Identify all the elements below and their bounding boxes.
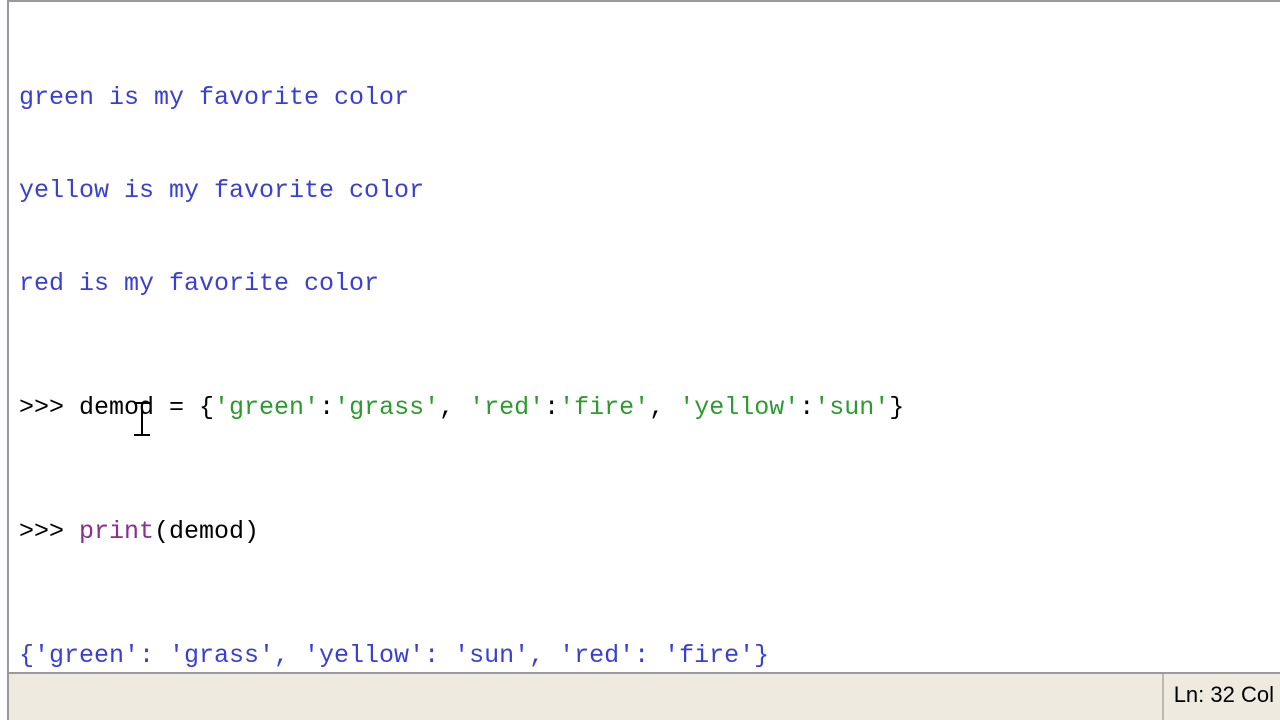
- status-ln-label: Ln:: [1174, 682, 1211, 707]
- string-literal: 'sun': [814, 393, 889, 422]
- status-col-label: Col: [1235, 682, 1274, 707]
- string-literal: 'grass': [334, 393, 439, 422]
- string-literal: 'yellow': [679, 393, 799, 422]
- prompt: >>>: [19, 393, 79, 422]
- status-position: Ln: 32 Col: [1162, 674, 1280, 720]
- string-literal: 'green': [214, 393, 319, 422]
- code-text: (demod): [154, 517, 259, 546]
- input-line[interactable]: >>> print(demod): [19, 516, 1270, 547]
- stdout-line: yellow is my favorite color: [19, 175, 1270, 206]
- string-literal: 'fire': [559, 393, 649, 422]
- input-line[interactable]: >>> demod = {'green':'grass', 'red':'fir…: [19, 392, 1270, 423]
- status-ln-value: 32: [1210, 682, 1234, 707]
- stdout-line: green is my favorite color: [19, 82, 1270, 113]
- code-text: demod = {: [79, 393, 214, 422]
- string-literal: 'red': [469, 393, 544, 422]
- editor-frame: green is my favorite color yellow is my …: [7, 0, 1280, 720]
- stdout-line: red is my favorite color: [19, 268, 1270, 299]
- shell-editor[interactable]: green is my favorite color yellow is my …: [9, 2, 1280, 672]
- prompt: >>>: [19, 517, 79, 546]
- stdout-line: {'green': 'grass', 'yellow': 'sun', 'red…: [19, 640, 1270, 671]
- status-bar: Ln: 32 Col: [9, 672, 1280, 720]
- builtin-print: print: [79, 517, 154, 546]
